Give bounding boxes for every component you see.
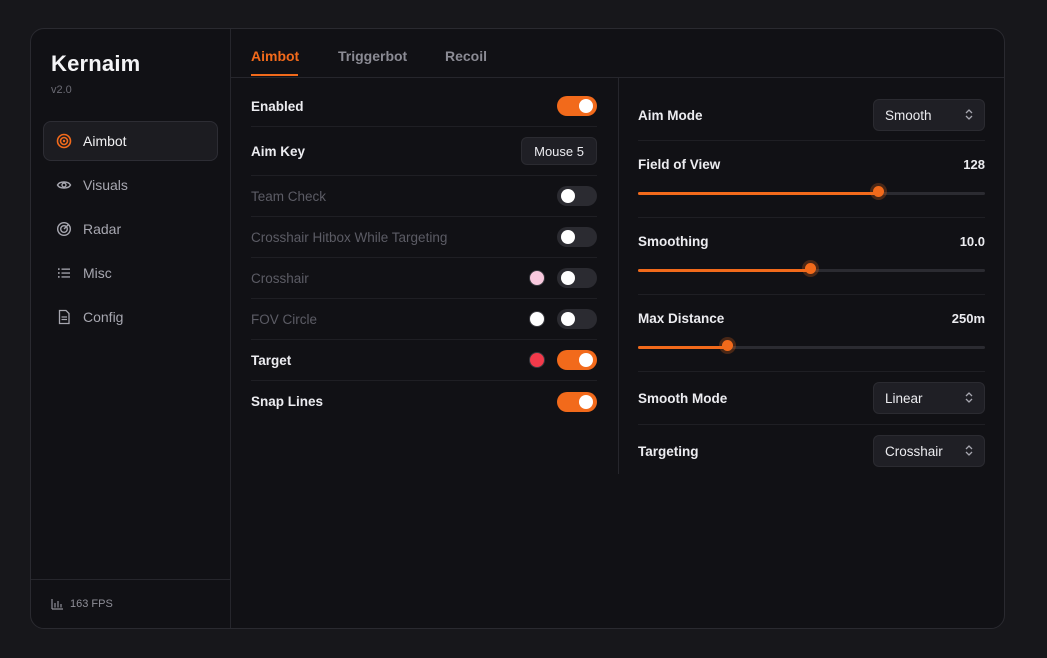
setting-field-of-view: Field of View 128 (638, 141, 985, 217)
app-version: v2.0 (51, 84, 72, 96)
sidebar-item-aimbot[interactable]: Aimbot (43, 121, 218, 161)
smoothing-slider[interactable] (638, 263, 985, 274)
tab-aimbot[interactable]: Aimbot (251, 48, 299, 64)
sidebar-item-label: Config (83, 309, 124, 325)
setting-label: Smoothing (638, 234, 709, 249)
sidebar-item-visuals[interactable]: Visuals (43, 165, 218, 205)
setting-smoothing: Smoothing 10.0 (638, 218, 985, 294)
select-value: Linear (885, 390, 923, 406)
crosshair-color-swatch[interactable] (529, 270, 545, 286)
setting-crosshair: Crosshair (251, 258, 597, 299)
setting-label: Snap Lines (251, 394, 324, 409)
snap-lines-toggle[interactable] (557, 391, 597, 412)
crosshair-hitbox-toggle[interactable] (557, 227, 597, 247)
setting-aim-mode: Aim Mode Smooth (638, 95, 985, 135)
slider-thumb[interactable] (804, 263, 816, 274)
sidebar-item-label: Aimbot (83, 133, 127, 149)
aim-mode-select[interactable]: Smooth (873, 99, 985, 131)
setting-fov-circle: FOV Circle (251, 299, 597, 340)
smooth-mode-select[interactable]: Linear (873, 382, 985, 414)
slider-value: 128 (963, 157, 985, 172)
setting-label: Field of View (638, 157, 721, 172)
list-icon (55, 264, 73, 282)
sidebar-item-misc[interactable]: Misc (43, 253, 218, 293)
slider-thumb[interactable] (873, 186, 885, 197)
slider-fill (638, 346, 728, 349)
fps-value: 163 FPS (70, 598, 113, 610)
setting-label: Team Check (251, 188, 327, 204)
app-logo: Kernaim (51, 51, 141, 76)
target-icon (55, 132, 73, 150)
aimbot-settings: Aim Mode Smooth Field of View 128 Smooth… (638, 95, 985, 477)
setting-aim-key: Aim Key Mouse 5 (251, 127, 597, 176)
setting-targeting: Targeting Crosshair (638, 425, 985, 477)
aim-key-button[interactable]: Mouse 5 (521, 137, 597, 165)
target-color-swatch[interactable] (529, 352, 545, 368)
sidebar-item-label: Visuals (83, 177, 128, 193)
setting-label: Crosshair (251, 270, 309, 286)
setting-crosshair-hitbox: Crosshair Hitbox While Targeting (251, 217, 597, 258)
fps-counter: 163 FPS (31, 579, 230, 628)
sidebar-item-config[interactable]: Config (43, 297, 218, 337)
slider-fill (638, 192, 880, 195)
aimbot-toggles: Enabled Aim Key Mouse 5 Team Check Cross… (251, 86, 597, 422)
setting-label: Crosshair Hitbox While Targeting (251, 229, 448, 245)
max-distance-slider[interactable] (638, 340, 985, 351)
fov-circle-color-swatch[interactable] (529, 311, 545, 327)
slider-value: 250m (951, 311, 985, 326)
slider-thumb[interactable] (721, 340, 733, 351)
setting-label: FOV Circle (251, 311, 318, 327)
sidebar: Kernaim v2.0 Aimbot Visuals Radar Misc C… (31, 29, 231, 628)
sidebar-item-radar[interactable]: Radar (43, 209, 218, 249)
column-divider (618, 78, 619, 474)
team-check-toggle[interactable] (557, 186, 597, 206)
tab-active-indicator (251, 74, 298, 76)
setting-max-distance: Max Distance 250m (638, 295, 985, 371)
slider-value: 10.0 (959, 234, 985, 249)
setting-smooth-mode: Smooth Mode Linear (638, 372, 985, 424)
setting-label: Aim Mode (638, 107, 703, 123)
radar-icon (55, 220, 73, 238)
sidebar-nav: Aimbot Visuals Radar Misc Config (43, 121, 218, 341)
target-toggle[interactable] (557, 350, 597, 370)
targeting-select[interactable]: Crosshair (873, 435, 985, 467)
app-window: Kernaim v2.0 Aimbot Visuals Radar Misc C… (30, 28, 1005, 629)
setting-label: Smooth Mode (638, 390, 728, 406)
main-panel: Aimbot Triggerbot Recoil Enabled Aim Key… (231, 29, 1004, 628)
setting-label: Targeting (638, 443, 699, 459)
eye-icon (55, 176, 73, 194)
sidebar-item-label: Misc (83, 265, 112, 281)
chevron-updown-icon (965, 391, 973, 406)
fov-slider[interactable] (638, 186, 985, 197)
setting-label: Enabled (251, 98, 304, 114)
slider-fill (638, 269, 811, 272)
enabled-toggle[interactable] (557, 96, 597, 116)
setting-label: Target (251, 352, 292, 368)
select-value: Smooth (885, 107, 932, 123)
fov-circle-toggle[interactable] (557, 309, 597, 329)
setting-team-check: Team Check (251, 176, 597, 217)
setting-snap-lines: Snap Lines (251, 381, 597, 422)
chevron-updown-icon (965, 444, 973, 459)
bar-chart-icon (51, 598, 64, 610)
chevron-updown-icon (965, 108, 973, 123)
tab-triggerbot[interactable]: Triggerbot (338, 48, 407, 64)
tab-bar: Aimbot Triggerbot Recoil (231, 29, 1004, 78)
file-icon (55, 308, 73, 326)
setting-label: Aim Key (251, 143, 306, 159)
sidebar-item-label: Radar (83, 221, 122, 237)
tab-recoil[interactable]: Recoil (445, 48, 487, 64)
setting-target: Target (251, 340, 597, 381)
setting-label: Max Distance (638, 311, 725, 326)
crosshair-toggle[interactable] (557, 268, 597, 288)
select-value: Crosshair (885, 443, 943, 459)
setting-enabled: Enabled (251, 86, 597, 127)
